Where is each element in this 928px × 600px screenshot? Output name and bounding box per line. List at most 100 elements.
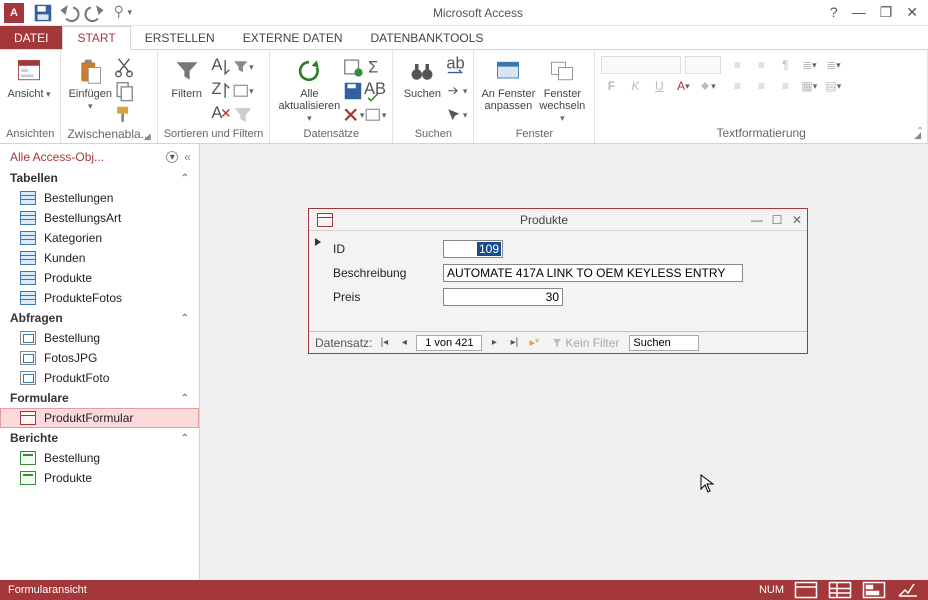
redo-icon[interactable] [84, 2, 106, 24]
tab-external-data[interactable]: EXTERNE DATEN [229, 26, 357, 49]
refresh-all-button[interactable]: Alle aktualisieren [276, 53, 342, 124]
first-record-icon[interactable]: |◂ [376, 335, 392, 351]
filter-button[interactable]: Filtern [164, 53, 210, 100]
window-close-icon[interactable]: ✕ [787, 213, 807, 227]
more-records-icon[interactable] [364, 105, 386, 125]
align-right-icon[interactable]: ≡ [775, 77, 795, 95]
window-maximize-icon[interactable]: ☐ [767, 213, 787, 227]
nav-table-item[interactable]: ProdukteFotos [0, 288, 199, 308]
dialog-launcher-icon[interactable]: ◢ [144, 131, 151, 142]
nav-table-item[interactable]: Kategorien [0, 228, 199, 248]
remove-sort-icon[interactable]: A [210, 105, 232, 125]
record-selector[interactable] [311, 235, 325, 335]
nav-table-item[interactable]: Bestellungen [0, 188, 199, 208]
save-record-icon[interactable] [342, 81, 364, 101]
layout-view-icon[interactable] [862, 582, 886, 598]
id-field[interactable]: 109 [443, 240, 503, 258]
nav-shutter-icon[interactable]: « [184, 150, 191, 164]
close-icon[interactable]: ✕ [906, 4, 918, 21]
totals-icon[interactable]: Σ [364, 57, 386, 77]
decrease-indent-icon[interactable]: ≡ [727, 56, 747, 74]
goto-icon[interactable] [445, 81, 467, 101]
nav-query-item[interactable]: Bestellung [0, 328, 199, 348]
sort-desc-icon[interactable]: Z [210, 81, 232, 101]
nav-title[interactable]: Alle Access-Obj... [10, 150, 162, 164]
nav-group-header-reports[interactable]: Berichte⌃ [0, 428, 199, 448]
help-icon[interactable]: ? [830, 4, 838, 21]
nav-category-dropdown-icon[interactable]: ▾ [166, 151, 178, 163]
collapse-ribbon-icon[interactable]: ˆ [918, 125, 922, 139]
alt-row-color-icon[interactable]: ▤ [823, 77, 843, 95]
spelling-icon[interactable]: ABC [364, 81, 386, 101]
bullets-icon[interactable]: ≣ [799, 56, 819, 74]
italic-icon[interactable]: K [625, 77, 645, 95]
format-painter-icon[interactable] [113, 105, 135, 125]
select-icon[interactable] [445, 105, 467, 125]
datasheet-view-icon[interactable] [828, 582, 852, 598]
replace-icon[interactable]: ab [445, 57, 467, 77]
new-record-nav-icon[interactable]: ▸* [526, 335, 542, 351]
nav-query-item[interactable]: FotosJPG [0, 348, 199, 368]
numbering-icon[interactable]: ≣ [823, 56, 843, 74]
nav-table-item[interactable]: BestellungsArt [0, 208, 199, 228]
paste-button[interactable]: Einfügen [67, 53, 113, 112]
fill-color-icon[interactable] [697, 77, 717, 95]
field-label-description: Beschreibung [333, 266, 433, 280]
toggle-filter-icon[interactable] [232, 105, 254, 125]
tab-file[interactable]: DATEI [0, 26, 62, 49]
save-icon[interactable] [32, 2, 54, 24]
sort-asc-icon[interactable]: A [210, 57, 232, 77]
font-family-select[interactable] [601, 56, 681, 74]
record-navigator: Datensatz: |◂ ◂ ▸ ▸| ▸* Kein Filter [309, 331, 807, 353]
undo-icon[interactable] [58, 2, 80, 24]
align-center-icon[interactable]: ≡ [751, 77, 771, 95]
tab-start[interactable]: START [62, 26, 130, 50]
nav-group-header-tables[interactable]: Tabellen⌃ [0, 168, 199, 188]
form-window-titlebar[interactable]: Produkte — ☐ ✕ [309, 209, 807, 231]
filter-indicator[interactable]: Kein Filter [552, 336, 619, 350]
record-search-input[interactable] [629, 335, 699, 351]
text-direction-icon[interactable]: ¶ [775, 56, 795, 74]
record-position-field[interactable] [416, 335, 482, 351]
font-size-select[interactable] [685, 56, 721, 74]
delete-record-icon[interactable] [342, 105, 364, 125]
nav-report-item[interactable]: Bestellung [0, 448, 199, 468]
prev-record-icon[interactable]: ◂ [396, 335, 412, 351]
price-field[interactable] [443, 288, 563, 306]
nav-table-item[interactable]: Produkte [0, 268, 199, 288]
nav-report-item[interactable]: Produkte [0, 468, 199, 488]
new-record-icon[interactable] [342, 57, 364, 77]
font-color-icon[interactable]: A [673, 77, 693, 95]
underline-icon[interactable]: U [649, 77, 669, 95]
next-record-icon[interactable]: ▸ [486, 335, 502, 351]
gridlines-icon[interactable]: ▦ [799, 77, 819, 95]
design-view-icon[interactable] [896, 582, 920, 598]
nav-table-item[interactable]: Kunden [0, 248, 199, 268]
advanced-filter-icon[interactable] [232, 81, 254, 101]
copy-icon[interactable] [113, 81, 135, 101]
nav-group-header-queries[interactable]: Abfragen⌃ [0, 308, 199, 328]
view-button[interactable]: Ansicht [6, 53, 52, 100]
increase-indent-icon[interactable]: ≡ [751, 56, 771, 74]
qat-customize-icon[interactable] [110, 2, 132, 24]
align-left-icon[interactable]: ≡ [727, 77, 747, 95]
switch-windows-button[interactable]: Fenster wechseln [536, 53, 588, 124]
nav-query-item[interactable]: ProduktFoto [0, 368, 199, 388]
minimize-icon[interactable]: — [852, 4, 866, 21]
tab-create[interactable]: ERSTELLEN [131, 26, 229, 49]
ribbon-group-clipboard: Einfügen Zwischenabla...◢ [61, 50, 157, 143]
selection-filter-icon[interactable] [232, 57, 254, 77]
last-record-icon[interactable]: ▸| [506, 335, 522, 351]
description-field[interactable] [443, 264, 743, 282]
find-button[interactable]: Suchen [399, 53, 445, 100]
form-view-icon[interactable] [794, 582, 818, 598]
cut-icon[interactable] [113, 57, 135, 77]
bold-icon[interactable]: F [601, 77, 621, 95]
fit-window-button[interactable]: An Fenster anpassen [480, 53, 536, 112]
funnel-icon [173, 57, 201, 85]
window-minimize-icon[interactable]: — [747, 213, 767, 227]
nav-form-item[interactable]: ProduktFormular [0, 408, 199, 428]
restore-icon[interactable]: ❐ [880, 4, 893, 21]
nav-group-header-forms[interactable]: Formulare⌃ [0, 388, 199, 408]
tab-database-tools[interactable]: DATENBANKTOOLS [357, 26, 498, 49]
